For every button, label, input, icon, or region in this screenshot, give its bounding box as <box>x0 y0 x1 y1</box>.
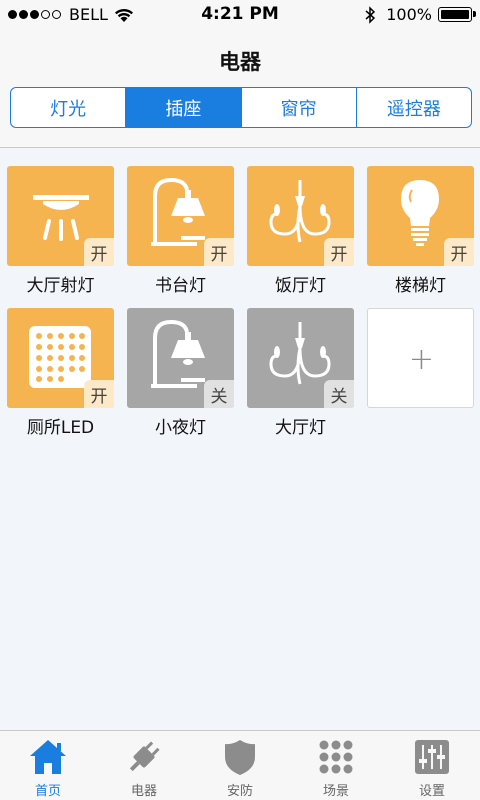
device-tile[interactable]: 关 小夜灯 <box>127 308 234 438</box>
device-tile[interactable]: 开 书台灯 <box>127 166 234 296</box>
status-badge: 开 <box>84 380 114 408</box>
status-badge: 开 <box>444 238 474 266</box>
segment-lights[interactable]: 灯光 <box>11 88 127 127</box>
device-tile[interactable]: 开 厕所LED <box>7 308 114 438</box>
device-tile[interactable]: 开 楼梯灯 <box>367 166 474 296</box>
battery-icon <box>438 7 476 22</box>
device-label: 大厅灯 <box>275 418 326 438</box>
status-bar: BELL 4:21 PM 100% <box>0 0 480 30</box>
segment-remote[interactable]: 遥控器 <box>357 88 471 127</box>
device-tile[interactable]: 开 饭厅灯 <box>247 166 354 296</box>
grid-dots-icon <box>319 740 353 774</box>
device-label: 厕所LED <box>26 418 95 438</box>
status-badge: 开 <box>204 238 234 266</box>
sliders-icon <box>415 740 449 774</box>
device-tile[interactable]: 开 大厅射灯 <box>7 166 114 296</box>
status-badge: 关 <box>324 380 354 408</box>
tab-appliances[interactable]: 电器 <box>96 731 192 800</box>
device-tile-box[interactable]: 开 <box>127 166 234 266</box>
tab-label: 首页 <box>34 784 61 799</box>
status-badge: 开 <box>324 238 354 266</box>
tab-bar: 首页 电器 安防 场景 设置 <box>0 730 480 800</box>
tab-label: 设置 <box>418 784 445 799</box>
device-tile-box[interactable]: 开 <box>7 308 114 408</box>
category-segmented-control: 灯光 插座 窗帘 遥控器 <box>10 87 472 128</box>
add-device-tile[interactable]: + <box>367 308 474 408</box>
status-right: 100% <box>364 5 476 24</box>
device-tile-box[interactable]: 开 <box>367 166 474 266</box>
add-device-button[interactable]: + <box>367 308 474 408</box>
status-badge: 关 <box>204 380 234 408</box>
device-tile-box[interactable]: 开 <box>247 166 354 266</box>
tab-label: 场景 <box>322 784 349 799</box>
device-label: 小夜灯 <box>155 418 206 438</box>
status-badge: 开 <box>84 238 114 266</box>
segment-curtains[interactable]: 窗帘 <box>242 88 357 127</box>
device-label: 书台灯 <box>155 276 206 296</box>
tab-security[interactable]: 安防 <box>192 731 288 800</box>
device-tile-box[interactable]: 关 <box>247 308 354 408</box>
tab-label: 安防 <box>226 784 253 799</box>
segment-sockets[interactable]: 插座 <box>126 88 242 127</box>
battery-percent: 100% <box>386 5 432 24</box>
plug-icon <box>129 741 160 772</box>
device-tile-box[interactable]: 开 <box>7 166 114 266</box>
tab-scenes[interactable]: 场景 <box>288 731 384 800</box>
bluetooth-icon <box>365 5 376 24</box>
tab-label: 电器 <box>130 784 157 799</box>
tab-home[interactable]: 首页 <box>0 731 96 800</box>
device-label: 饭厅灯 <box>275 276 326 296</box>
plus-icon: + <box>408 341 435 377</box>
tab-settings[interactable]: 设置 <box>384 731 480 800</box>
device-tile-box[interactable]: 关 <box>127 308 234 408</box>
nav-bar: 电器 灯光 插座 窗帘 遥控器 <box>0 30 480 148</box>
device-label: 大厅射灯 <box>26 276 95 296</box>
shield-icon <box>225 740 255 775</box>
device-tile[interactable]: 关 大厅灯 <box>247 308 354 438</box>
device-label: 楼梯灯 <box>395 276 446 296</box>
page-title: 电器 <box>219 50 261 74</box>
home-icon <box>30 740 66 774</box>
